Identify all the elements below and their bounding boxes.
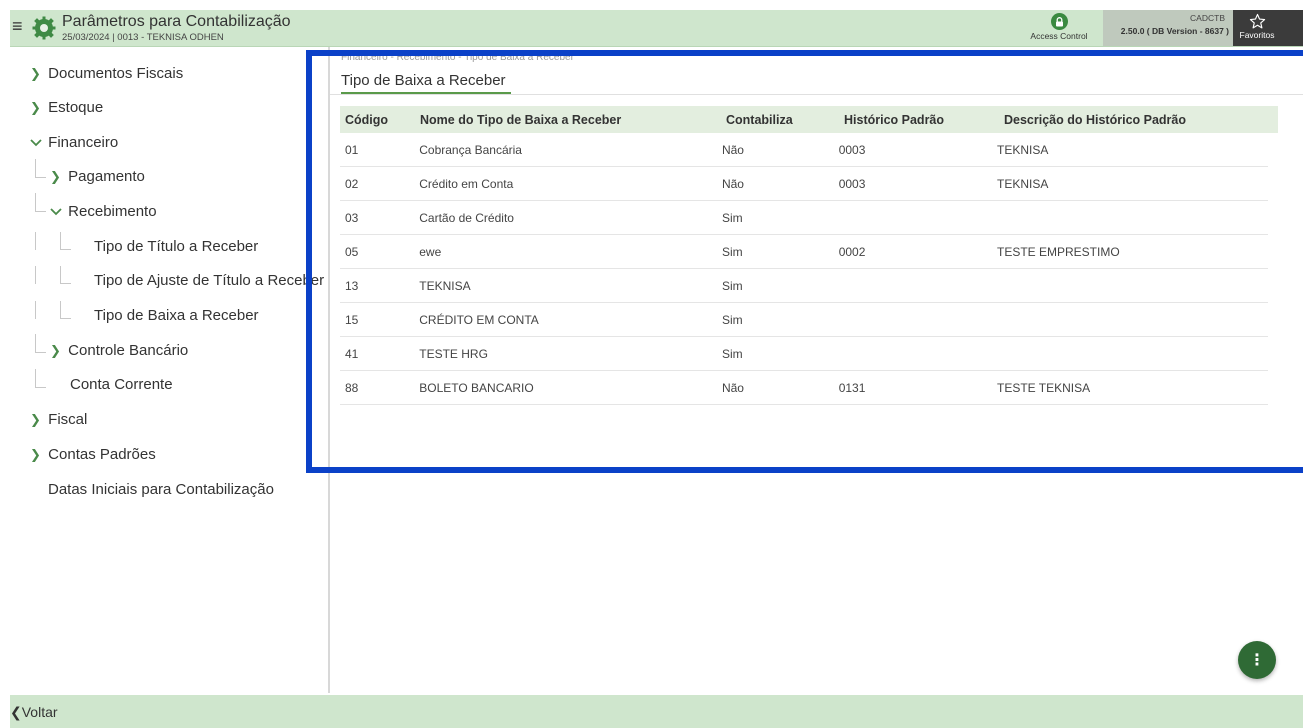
- sidebar-item-documentos-fiscais[interactable]: ❯ Documentos Fiscais: [30, 65, 183, 82]
- app-subtitle: 25/03/2024 | 0013 - TEKNISA ODHEN: [62, 32, 224, 43]
- sidebar-item-tipo-baixa[interactable]: Tipo de Baixa a Receber: [94, 307, 259, 324]
- tree-connector: [35, 301, 36, 319]
- sidebar-item-label: Tipo de Título a Receber: [94, 238, 259, 255]
- sidebar-item-label: Tipo de Ajuste de Título a Receber: [94, 272, 325, 289]
- sidebar-item-label: Tipo de Baixa a Receber: [94, 307, 259, 324]
- sidebar-item-label: Recebimento: [68, 203, 157, 220]
- sidebar-item-datas-iniciais[interactable]: Datas Iniciais para Contabilização: [48, 481, 274, 498]
- back-label: Voltar: [21, 704, 58, 720]
- chevron-right-icon: ❯: [50, 343, 61, 358]
- chevron-down-icon: [50, 204, 64, 219]
- back-button[interactable]: ❮Voltar: [10, 704, 58, 721]
- highlight-annotation-box: [306, 50, 1303, 473]
- sidebar-item-estoque[interactable]: ❯ Estoque: [30, 99, 103, 116]
- sidebar-item-pagamento[interactable]: ❯ Pagamento: [50, 168, 145, 185]
- tree-connector: [35, 193, 46, 212]
- chevron-down-icon: [30, 135, 44, 150]
- sidebar-tree: ❯ Documentos Fiscais ❯ Estoque Financeir…: [10, 47, 330, 693]
- favorites-button[interactable]: Favoritos: [1233, 10, 1303, 46]
- lock-icon: [1050, 13, 1068, 30]
- access-control-button[interactable]: Access Control: [1028, 12, 1090, 44]
- sidebar-item-label: Contas Padrões: [48, 446, 156, 463]
- chevron-right-icon: ❯: [30, 412, 41, 427]
- sidebar-item-fiscal[interactable]: ❯ Fiscal: [30, 411, 87, 428]
- chevron-right-icon: ❯: [30, 66, 41, 81]
- menu-icon[interactable]: ≡: [12, 17, 23, 35]
- star-icon: [1211, 10, 1303, 30]
- sidebar-item-label: Datas Iniciais para Contabilização: [48, 481, 274, 498]
- tree-connector: [35, 334, 46, 353]
- sidebar-item-recebimento[interactable]: Recebimento: [50, 203, 157, 220]
- tree-connector: [35, 159, 46, 178]
- chevron-left-icon: ❮: [10, 704, 22, 720]
- app-title: Parâmetros para Contabilização: [62, 13, 291, 30]
- sidebar-item-label: Controle Bancário: [68, 342, 189, 359]
- sidebar-item-label: Estoque: [48, 99, 104, 116]
- sidebar-item-label: Fiscal: [48, 411, 88, 428]
- chevron-right-icon: ❯: [30, 100, 41, 115]
- sidebar-item-contas-padroes[interactable]: ❯ Contas Padrões: [30, 446, 156, 463]
- tree-connector: [35, 266, 36, 284]
- sidebar-item-label: Documentos Fiscais: [48, 65, 184, 82]
- chevron-right-icon: ❯: [50, 169, 61, 184]
- tree-connector: [60, 232, 71, 250]
- sidebar-item-label: Pagamento: [68, 168, 145, 185]
- tree-connector: [60, 301, 71, 319]
- tree-connector: [35, 369, 46, 388]
- access-control-label: Access Control: [1030, 31, 1088, 41]
- more-vertical-icon: ⋮: [1249, 652, 1265, 669]
- sidebar-item-controle-bancario[interactable]: ❯ Controle Bancário: [50, 342, 188, 359]
- sidebar-item-tipo-titulo[interactable]: Tipo de Título a Receber: [94, 238, 258, 255]
- sidebar-item-conta-corrente[interactable]: Conta Corrente: [70, 376, 173, 393]
- tree-connector: [60, 266, 71, 284]
- favorites-label: Favoritos: [1239, 30, 1275, 40]
- chevron-right-icon: ❯: [30, 447, 41, 462]
- sidebar-item-label: Financeiro: [48, 134, 119, 151]
- more-actions-button[interactable]: ⋮: [1238, 641, 1276, 679]
- app-logo-gear-icon: [32, 16, 56, 40]
- footer-bar: ❮Voltar: [10, 695, 1303, 728]
- sidebar-item-label: Conta Corrente: [70, 376, 173, 393]
- top-bar: ≡ Parâmetros para Contabilização 25/03/2…: [10, 10, 1303, 47]
- sidebar-item-tipo-ajuste[interactable]: Tipo de Ajuste de Título a Receber: [94, 272, 324, 289]
- sidebar-item-financeiro[interactable]: Financeiro: [30, 134, 118, 151]
- tree-connector: [35, 232, 36, 250]
